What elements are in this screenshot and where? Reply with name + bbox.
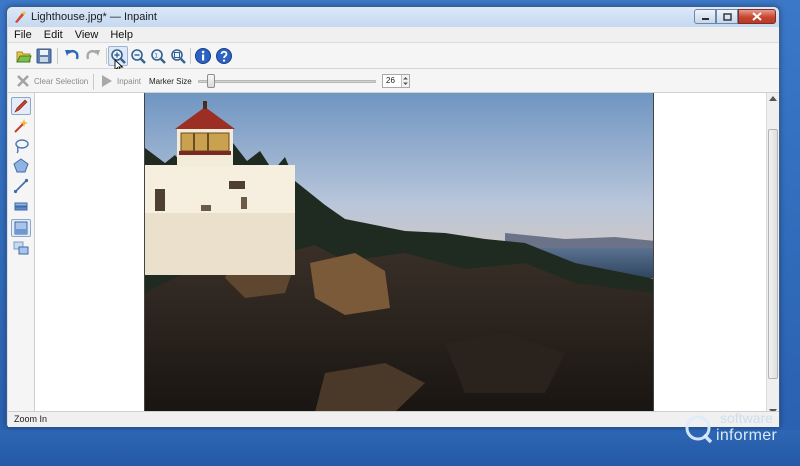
multi-select-icon [13, 241, 29, 255]
tool-eraser[interactable] [11, 197, 31, 215]
clear-selection-button[interactable]: Clear Selection [16, 72, 88, 90]
redo-button[interactable] [83, 46, 103, 66]
close-icon [752, 12, 762, 21]
marker-size-spinner[interactable] [401, 75, 409, 87]
status-bar: Zoom In [8, 411, 779, 427]
tool-lasso[interactable] [11, 137, 31, 155]
save-icon [36, 48, 52, 64]
marker-size-label: Marker Size [149, 77, 192, 86]
toolbar-separator [190, 48, 191, 64]
tool-marker[interactable] [11, 97, 31, 115]
vertical-scrollbar[interactable] [766, 93, 779, 417]
line-icon [13, 178, 29, 194]
lasso-icon [15, 139, 29, 154]
scroll-up-icon[interactable] [769, 95, 777, 101]
magic-wand-icon [14, 119, 28, 133]
toolbar-separator [57, 48, 58, 64]
clear-selection-icon [17, 75, 29, 87]
zoom-actual-button[interactable]: 1 [148, 46, 168, 66]
save-button[interactable] [34, 46, 54, 66]
help-button[interactable] [214, 46, 234, 66]
status-text: Zoom In [14, 414, 48, 424]
desktop-background [0, 430, 800, 466]
software-informer-logo [685, 415, 713, 444]
app-icon [15, 11, 26, 23]
close-button[interactable] [738, 9, 776, 24]
title-bar[interactable]: Lighthouse.jpg* — Inpaint [7, 7, 779, 27]
menu-file[interactable]: File [14, 29, 32, 41]
rect-select-icon [14, 221, 28, 235]
photo-image [145, 93, 653, 412]
watermark-line2: informer [716, 427, 778, 444]
undo-button[interactable] [62, 46, 82, 66]
zoom-fit-icon [171, 49, 186, 64]
help-icon [216, 48, 232, 64]
info-button[interactable] [193, 46, 213, 66]
lighthouse-photo[interactable] [144, 93, 654, 412]
open-icon [16, 51, 32, 63]
scrollbar-thumb[interactable] [768, 129, 778, 379]
marker-size-slider-thumb[interactable] [206, 74, 215, 88]
maximize-button[interactable] [716, 9, 738, 24]
image-canvas[interactable] [35, 93, 766, 417]
window-controls [694, 9, 776, 25]
svg-text:1: 1 [154, 53, 158, 60]
minimize-icon [701, 17, 709, 20]
undo-icon [65, 50, 79, 60]
clear-selection-label: Clear Selection [34, 76, 89, 86]
open-button[interactable] [14, 46, 34, 66]
tool-magic-wand[interactable] [11, 117, 31, 135]
maximize-icon [722, 12, 732, 21]
menu-help[interactable]: Help [110, 29, 133, 41]
zoom-fit-button[interactable] [168, 46, 188, 66]
eraser-icon [14, 202, 28, 211]
menu-bar: File Edit View Help [8, 27, 779, 43]
marker-size-slider[interactable] [198, 80, 376, 83]
zoom-out-button[interactable] [128, 46, 148, 66]
software-informer-watermark: software informer [684, 410, 796, 450]
menu-edit[interactable]: Edit [44, 29, 63, 41]
tool-polygon[interactable] [11, 157, 31, 175]
zoom-out-icon [131, 49, 146, 64]
tool-multi-select[interactable] [11, 239, 31, 257]
tool-line[interactable] [11, 177, 31, 195]
zoom-actual-icon: 1 [151, 49, 166, 64]
tool-rect-select[interactable] [11, 219, 31, 237]
marker-icon [14, 99, 28, 113]
marker-size-value: 26 [386, 76, 395, 85]
inpaint-button[interactable]: Inpaint [101, 72, 141, 90]
play-icon [102, 75, 112, 87]
watermark-line1: software [720, 410, 773, 426]
window-title: Lighthouse.jpg* — Inpaint [31, 11, 157, 23]
redo-icon [86, 50, 100, 60]
spinner-arrows-icon [403, 77, 408, 85]
toolbar-separator [93, 74, 94, 90]
main-toolbar: 1 [8, 43, 779, 73]
minimize-button[interactable] [694, 9, 716, 24]
tools-panel [8, 93, 35, 417]
app-window: Lighthouse.jpg* — Inpaint File Edit View… [6, 6, 780, 427]
toolbar-separator [106, 48, 107, 64]
inpaint-label: Inpaint [117, 76, 142, 86]
marker-size-input[interactable]: 26 [382, 74, 410, 88]
selection-toolbar: Clear Selection Inpaint Marker Size 26 [8, 69, 779, 93]
polygon-icon [13, 158, 29, 173]
info-icon [195, 48, 211, 64]
menu-view[interactable]: View [75, 29, 99, 41]
